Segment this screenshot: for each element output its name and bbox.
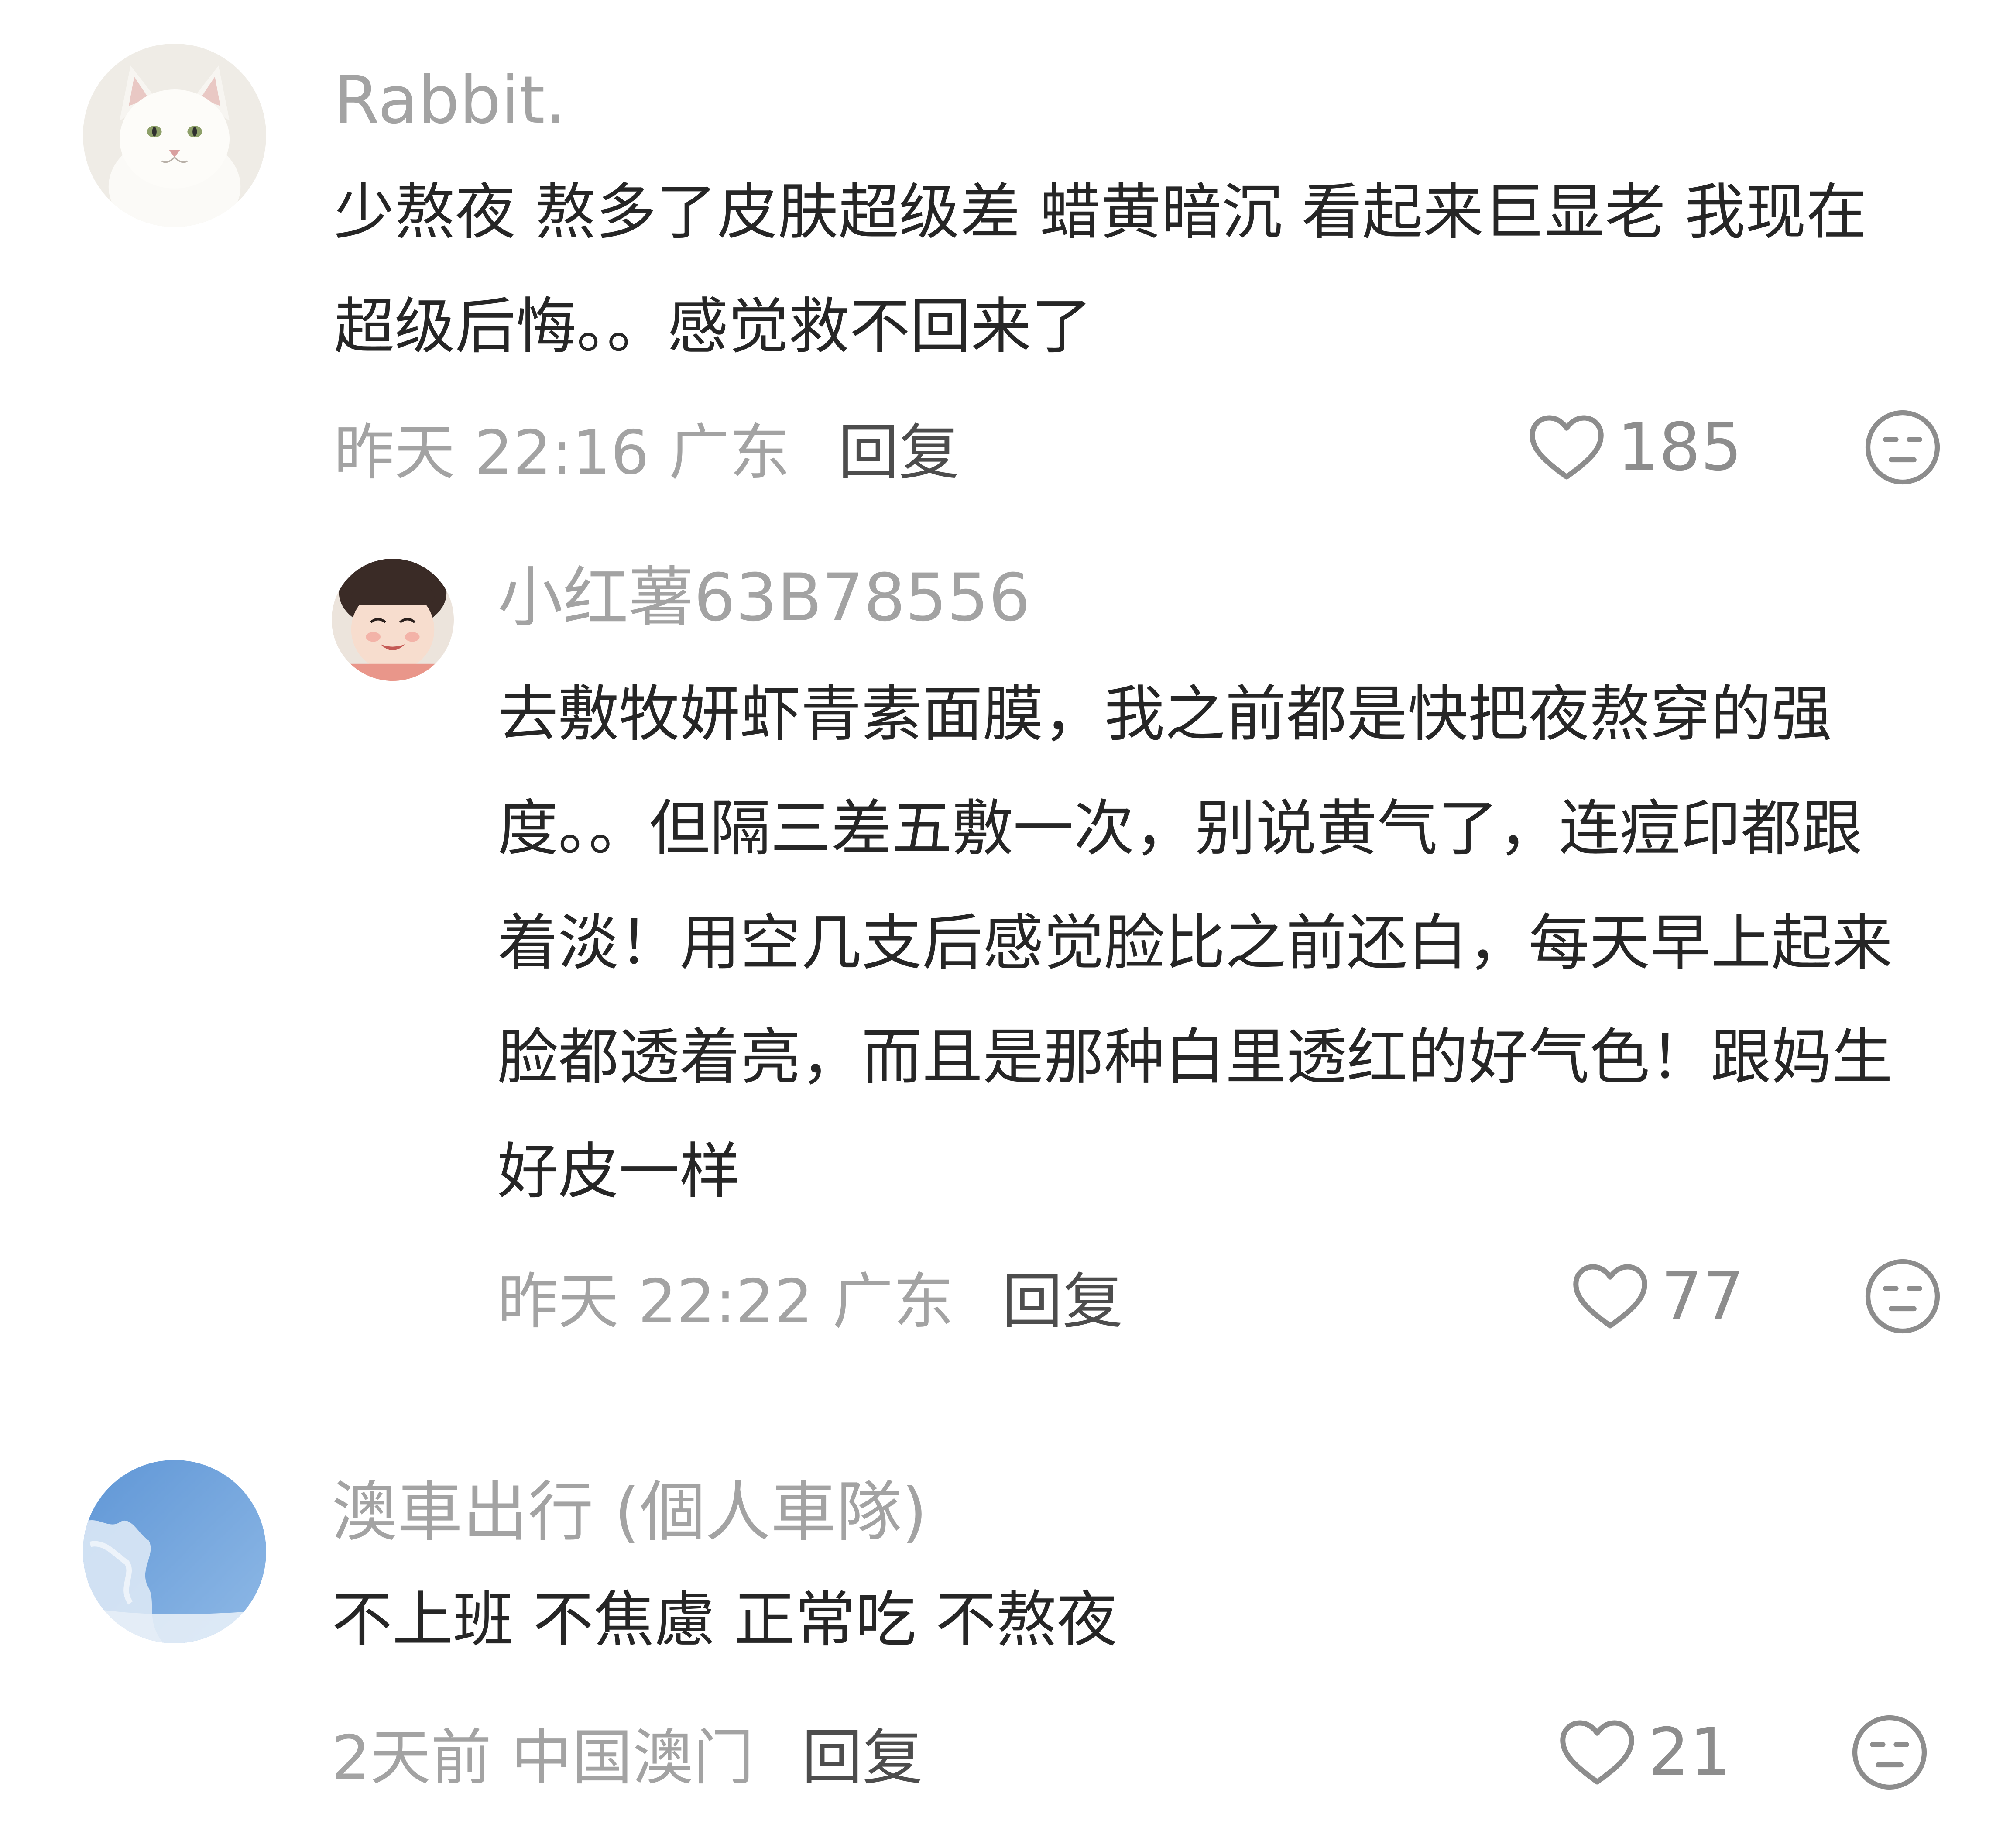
heart-outline-icon <box>1530 415 1604 480</box>
comment-meta: 2天前 中国澳门 回复 <box>332 1715 923 1793</box>
avatar[interactable] <box>83 44 266 227</box>
username[interactable]: Rabbit. <box>334 68 566 133</box>
comment-meta: 昨天 22:22 广东 回复 <box>497 1259 1123 1337</box>
comment-location: 广东 <box>669 417 790 488</box>
like-button[interactable]: 185 <box>1527 410 1742 484</box>
white-cat-avatar-icon <box>83 44 266 227</box>
avatar[interactable] <box>83 1460 266 1643</box>
username[interactable]: 小红薯63B78556 <box>497 565 1030 631</box>
comment-time: 昨天 22:16 <box>334 417 649 488</box>
heart-outline-icon <box>1560 1720 1634 1785</box>
reply-button[interactable]: 回复 <box>1002 1253 1123 1340</box>
dislike-button[interactable] <box>1863 408 1942 487</box>
comment-item: Rabbit. 少熬夜 熬多了皮肤超级差 蜡黄暗沉 看起来巨显老 我现在超级后悔… <box>0 0 2003 502</box>
username[interactable]: 澳車出行 (個人車隊) <box>332 1480 927 1545</box>
comment-time: 2天前 <box>332 1722 492 1793</box>
comment-location: 广东 <box>832 1266 954 1337</box>
child-avatar-icon <box>332 559 454 681</box>
comment-meta: 昨天 22:16 广东 回复 <box>334 410 960 488</box>
like-count: 77 <box>1661 1258 1744 1334</box>
like-count: 185 <box>1617 409 1742 485</box>
sky-clouds-avatar-icon <box>83 1460 266 1643</box>
like-button[interactable]: 21 <box>1558 1715 1731 1790</box>
reply-button[interactable]: 回复 <box>838 404 960 491</box>
reply-item: 小红薯63B78556 去敷牧妍虾青素面膜，我之前都是快把夜熬穿的强度。。但隔三… <box>0 502 2003 1353</box>
avatar[interactable] <box>332 559 454 681</box>
comment-time: 昨天 22:22 <box>497 1266 813 1337</box>
reply-button[interactable]: 回复 <box>802 1709 923 1796</box>
comment-location: 中国澳门 <box>511 1722 754 1793</box>
comment-list: Rabbit. 少熬夜 熬多了皮肤超级差 蜡黄暗沉 看起来巨显老 我现在超级后悔… <box>0 0 2003 1848</box>
dislike-button[interactable] <box>1850 1713 1929 1792</box>
unamused-face-icon <box>1852 1715 1927 1790</box>
unamused-face-icon <box>1865 1259 1940 1334</box>
like-button[interactable]: 77 <box>1571 1259 1744 1333</box>
reply-body: 小红薯63B78556 去敷牧妍虾青素面膜，我之前都是快把夜熬穿的强度。。但隔三… <box>497 502 1964 1353</box>
dislike-button[interactable] <box>1863 1257 1942 1336</box>
like-count: 21 <box>1648 1714 1731 1790</box>
comment-text: 去敷牧妍虾青素面膜，我之前都是快把夜熬穿的强度。。但隔三差五敷一次，别说黄气了，… <box>497 679 1893 1207</box>
unamused-face-icon <box>1865 410 1940 485</box>
heart-outline-icon <box>1573 1264 1647 1329</box>
comment-item: 澳車出行 (個人車隊) 不上班 不焦慮 正常吃 不熬夜 2天前 中国澳门 回复 … <box>0 1414 2003 1848</box>
comment-text: 少熬夜 熬多了皮肤超级差 蜡黄暗沉 看起来巨显老 我现在超级后悔。。感觉救不回来… <box>334 177 1867 362</box>
comment-text: 不上班 不焦慮 正常吃 不熬夜 <box>332 1584 1118 1655</box>
